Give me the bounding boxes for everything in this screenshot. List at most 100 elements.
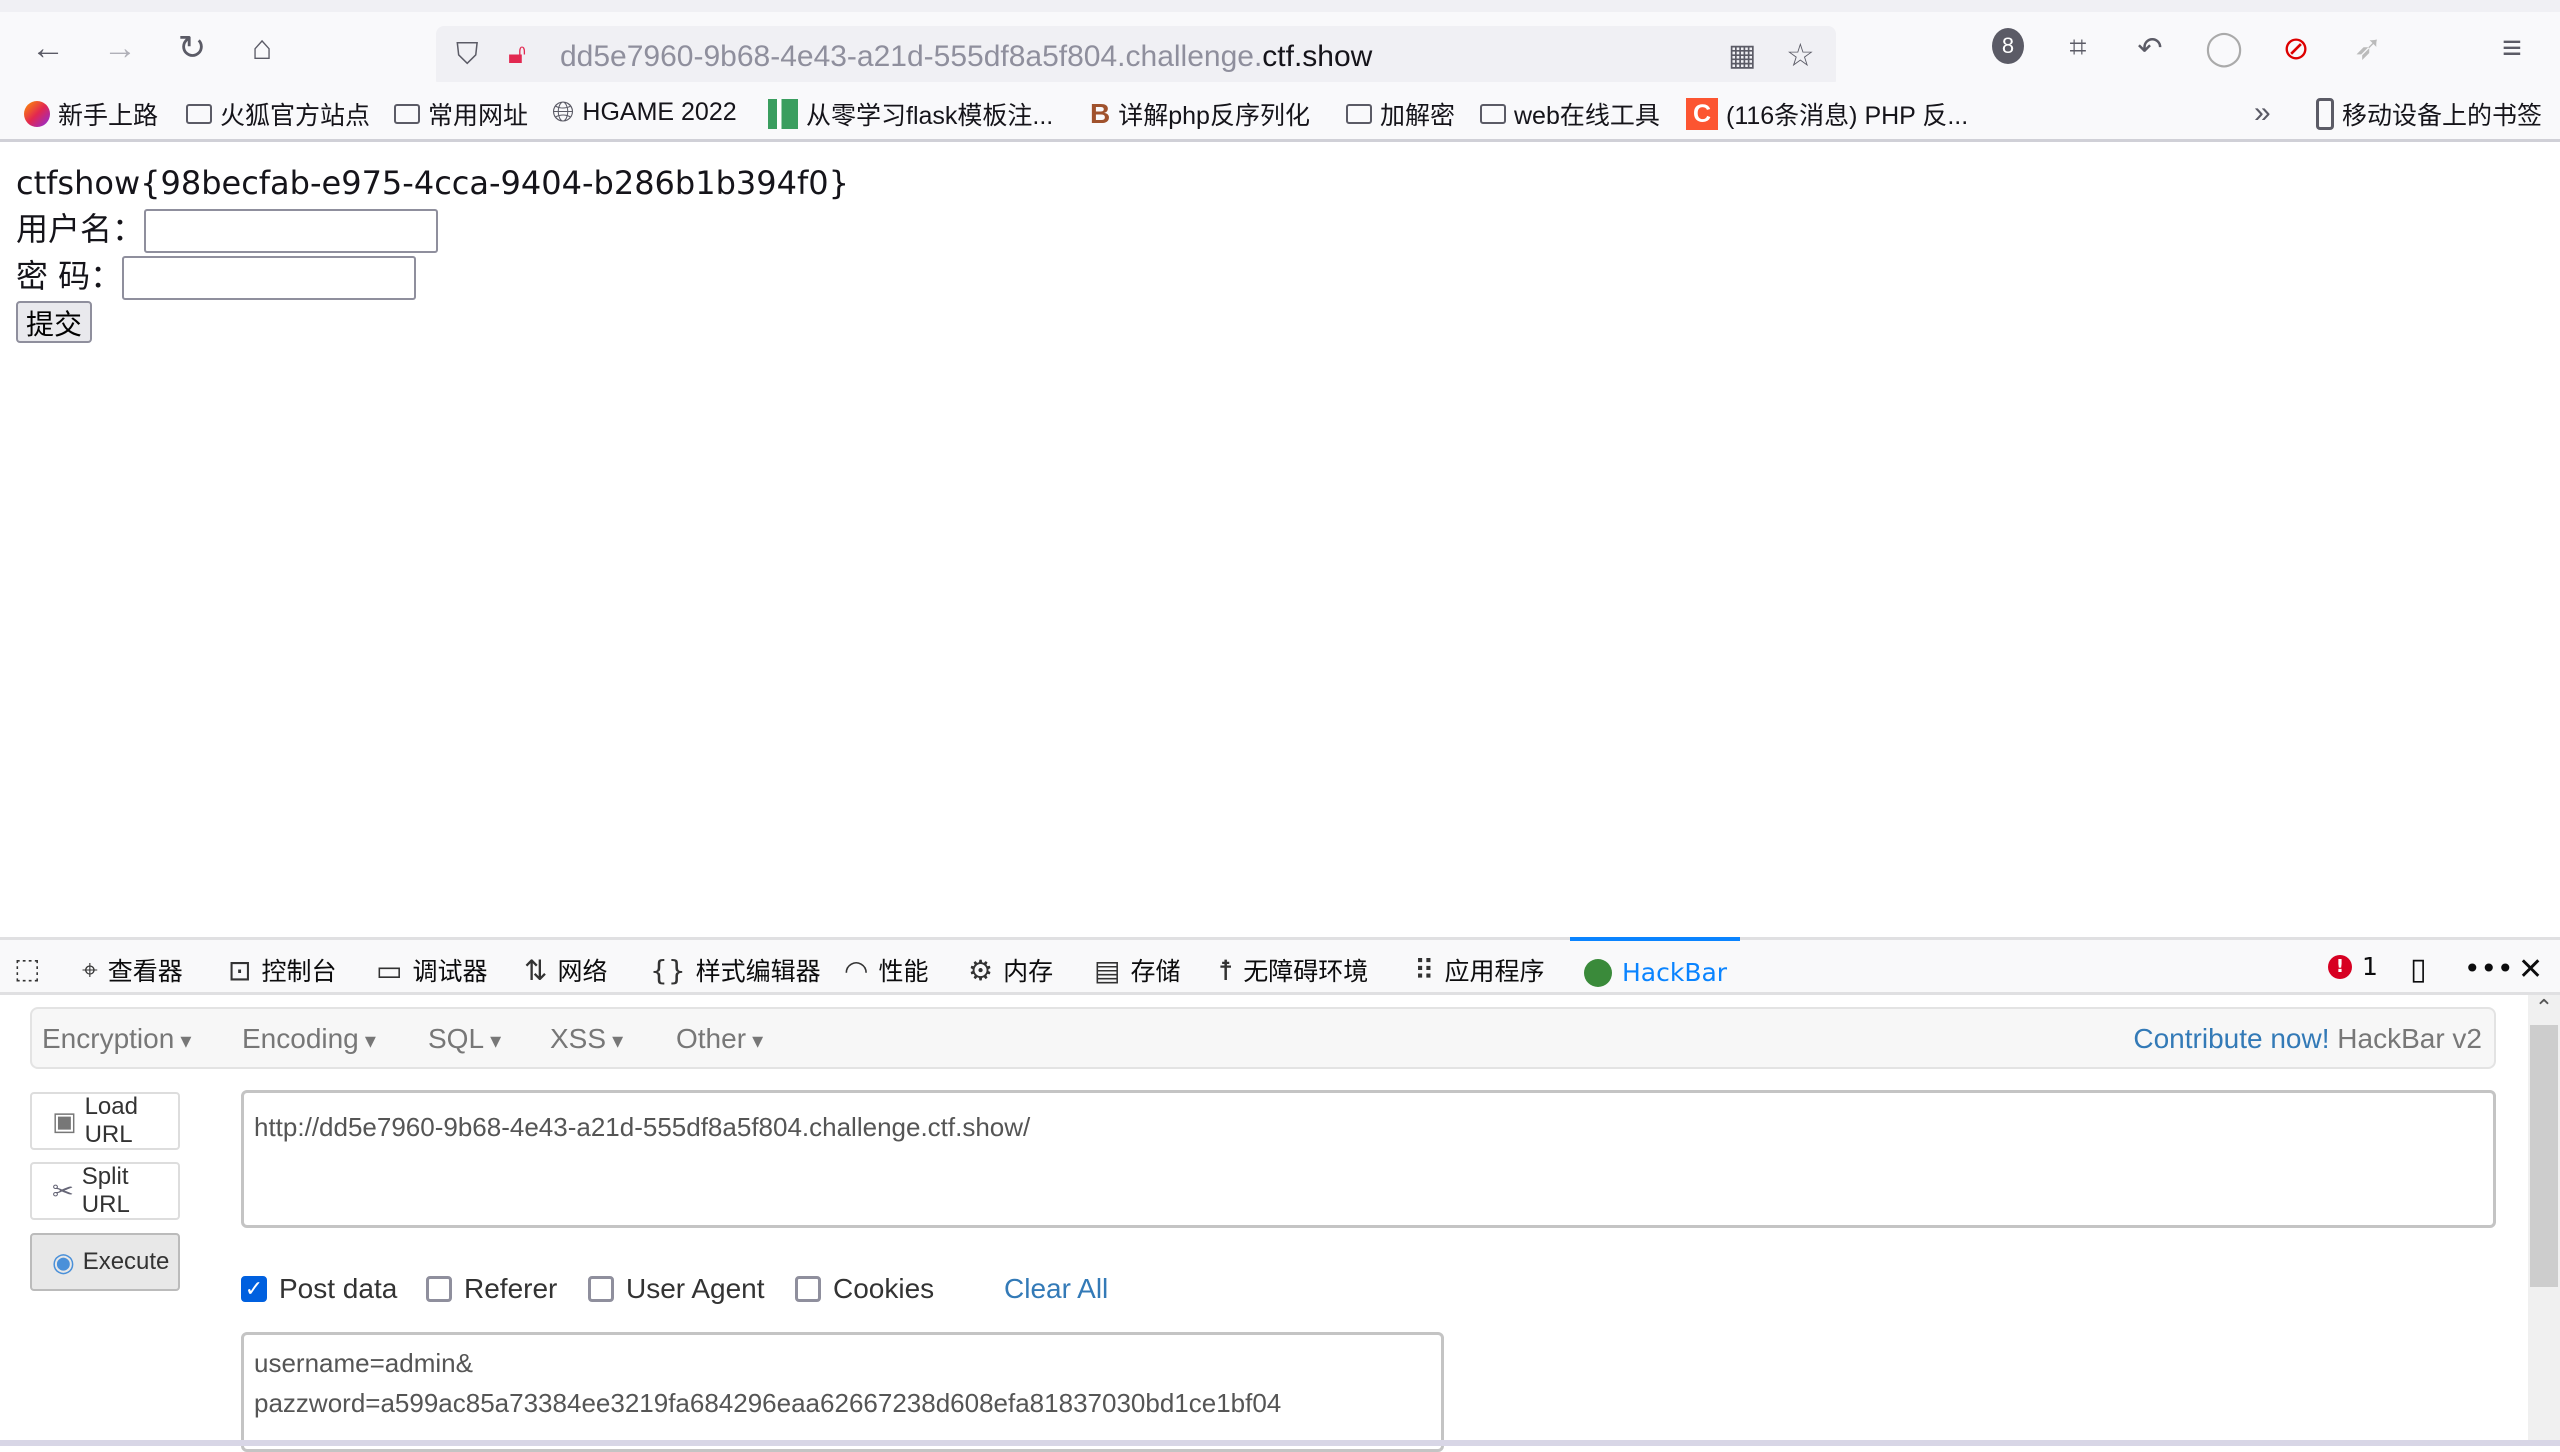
post-data-checkbox[interactable]: ✓ Post data [241,1273,397,1305]
insecure-lock-icon[interactable]: 🔓︎ [508,38,526,71]
folder-icon [186,104,212,124]
menu-xss[interactable]: XSS [550,1023,623,1055]
performance-icon: ◠ [844,953,869,987]
bookmark-item[interactable]: C (116条消息) PHP 反... [1686,96,1968,132]
scrollbar-thumb[interactable] [2530,1025,2558,1287]
menu-icon[interactable]: ≡ [2490,26,2534,70]
bookmark-item[interactable]: 🌐︎ HGAME 2022 [552,96,737,129]
tab-label: 样式编辑器 [695,957,821,986]
clear-all-button[interactable]: Clear All [1004,1273,1108,1305]
qr-code-icon[interactable]: ▦ [1728,38,1756,73]
circle-extension-icon[interactable]: ◯ [2202,26,2246,70]
devtools-tab[interactable]: ◠ 性能 [844,952,928,988]
bookmark-label: 加解密 [1380,102,1456,130]
address-bar[interactable]: ⛉ 🔓︎ dd5e7960-9b68-4e43-a21d-555df8a5f80… [436,26,1836,88]
load-url-button[interactable]: ▣ Load URL [30,1092,180,1150]
bookmark-star-icon[interactable]: ☆ [1786,36,1815,74]
error-count-button[interactable]: ! 1 [2328,952,2378,981]
submit-button[interactable]: 提交 [16,301,93,343]
bookmark-item[interactable]: 常用网址 [394,96,528,132]
devtools-tab[interactable]: ▭ 调试器 [376,952,487,988]
button-label: Execute [82,1248,170,1275]
more-options-icon[interactable]: ••• [2464,952,2514,985]
devtools-tab[interactable]: ▤ 存储 [1094,952,1180,988]
hackbar-scrollbar[interactable]: ⌃ [2528,995,2560,1440]
bookmark-label: 常用网址 [428,102,529,130]
bird-extension-icon[interactable]: ➶ [2346,26,2390,70]
storage-icon: ▤ [1094,953,1121,987]
home-button[interactable]: ⌂ [240,26,284,70]
hackbar-links: Contribute now! HackBar v2 [2133,1023,2482,1055]
accessibility-icon: ☨ [1218,953,1234,987]
checkbox-label: Post data [279,1273,398,1304]
globe-icon: 🌐︎ [552,96,575,127]
crop-icon[interactable]: ⌗ [2056,26,2100,70]
flag-text: ctfshow{98becfab-e975-4cca-9404-b286b1b3… [16,164,849,202]
error-icon: ! [2328,954,2352,979]
undo-icon[interactable]: ↶ [2128,26,2172,70]
contribute-link[interactable]: Contribute now! [2133,1023,2329,1054]
devtools-tab[interactable]: {} 样式编辑器 [650,952,821,988]
bookmark-item[interactable]: 加解密 [1346,96,1455,132]
cookies-checkbox[interactable]: Cookies [795,1273,934,1305]
url-text[interactable]: dd5e7960-9b68-4e43-a21d-555df8a5f804.cha… [560,40,1372,74]
reload-button[interactable]: ↻ [170,26,214,70]
button-label: Load URL [84,1093,138,1148]
url-textarea[interactable]: http://dd5e7960-9b68-4e43-a21d-555df8a5f… [241,1090,2496,1228]
menu-sql[interactable]: SQL [428,1023,501,1055]
user-agent-checkbox[interactable]: User Agent [588,1273,765,1305]
shield-icon[interactable]: ⛉ [456,38,479,72]
folder-icon [1480,104,1506,124]
split-url-button[interactable]: ✂ Split URL [30,1162,180,1220]
bookmark-item[interactable]: B 详解php反序列化 [1090,96,1310,132]
blocked-extension-icon[interactable]: ⊘ [2274,26,2318,70]
tab-label: 性能 [878,957,929,986]
button-label: Split URL [81,1163,130,1218]
devtools-tab-hackbar[interactable]: HackBar [1570,937,1740,992]
close-icon[interactable]: ✕ [2518,952,2543,987]
bookmark-label: 详解php反序列化 [1118,102,1310,130]
extension-badge-icon[interactable]: 8 [1992,28,2024,64]
menu-encoding[interactable]: Encoding [242,1023,376,1055]
more-bookmarks-chevron-icon[interactable]: » [2254,96,2271,130]
responsive-mode-icon[interactable]: ▯ [2410,952,2427,987]
hackbar-version: HackBar v2 [2337,1023,2482,1054]
devtools-tab[interactable]: ⚙ 内存 [968,952,1053,988]
referer-checkbox[interactable]: Referer [426,1273,557,1305]
password-input[interactable] [122,256,417,300]
username-label: 用户名： [16,210,145,248]
devtools-toolbar: ⬚ ⌖ 查看器 ⊡ 控制台 ▭ 调试器 ⇅ 网络 {} 样式编辑器 ◠ 性能 ⚙ 内存 ▤ 存储… [0,937,2560,995]
element-picker-icon[interactable]: ⬚ [14,952,40,985]
page-content: ctfshow{98becfab-e975-4cca-9404-b286b1b3… [16,160,849,346]
bookmark-label: (116条消息) PHP 反... [1726,102,1969,130]
bookmark-item[interactable]: web在线工具 [1480,96,1660,132]
site-icon [768,99,798,129]
forward-button[interactable]: → [98,26,142,70]
bookmark-item[interactable]: 火狐官方站点 [186,96,370,132]
devtools-tab[interactable]: ⠿ 应用程序 [1414,952,1545,988]
taskbar-edge [0,1440,2560,1446]
post-data-textarea[interactable]: username=admin& pazzword=a599ac85a73384e… [241,1332,1444,1452]
network-icon: ⇅ [524,953,548,987]
mobile-bookmarks[interactable]: 移动设备上的书签 [2316,96,2542,132]
devtools-tab[interactable]: ⌖ 查看器 [82,952,183,988]
bookmark-item[interactable]: 新手上路 [24,96,158,132]
menu-other[interactable]: Other [676,1023,763,1055]
tab-label: 内存 [1003,957,1054,986]
menu-encryption[interactable]: Encryption [42,1023,191,1055]
bookmarks-toolbar: 新手上路 火狐官方站点 常用网址 🌐︎ HGAME 2022 从零学习flask模… [0,82,2560,142]
tab-label: 应用程序 [1444,957,1545,986]
extension-badge-count: 8 [2001,33,2015,58]
username-input[interactable] [144,209,439,253]
devtools-tab[interactable]: ☨ 无障碍环境 [1218,952,1368,988]
style-editor-icon: {} [650,953,686,987]
post-data-line: username=admin& [254,1348,473,1378]
bookmark-item[interactable]: 从零学习flask模板注... [768,96,1053,132]
navigation-toolbar: ← → ↻ ⌂ ⛉ 🔓︎ dd5e7960-9b68-4e43-a21d-555… [0,12,2560,88]
scroll-up-icon[interactable]: ⌃ [2528,995,2560,1025]
back-button[interactable]: ← [26,26,70,70]
devtools-tab[interactable]: ⊡ 控制台 [228,952,336,988]
tab-label: HackBar [1622,958,1728,987]
devtools-tab[interactable]: ⇅ 网络 [524,952,607,988]
execute-button[interactable]: ◉ Execute [30,1233,180,1291]
